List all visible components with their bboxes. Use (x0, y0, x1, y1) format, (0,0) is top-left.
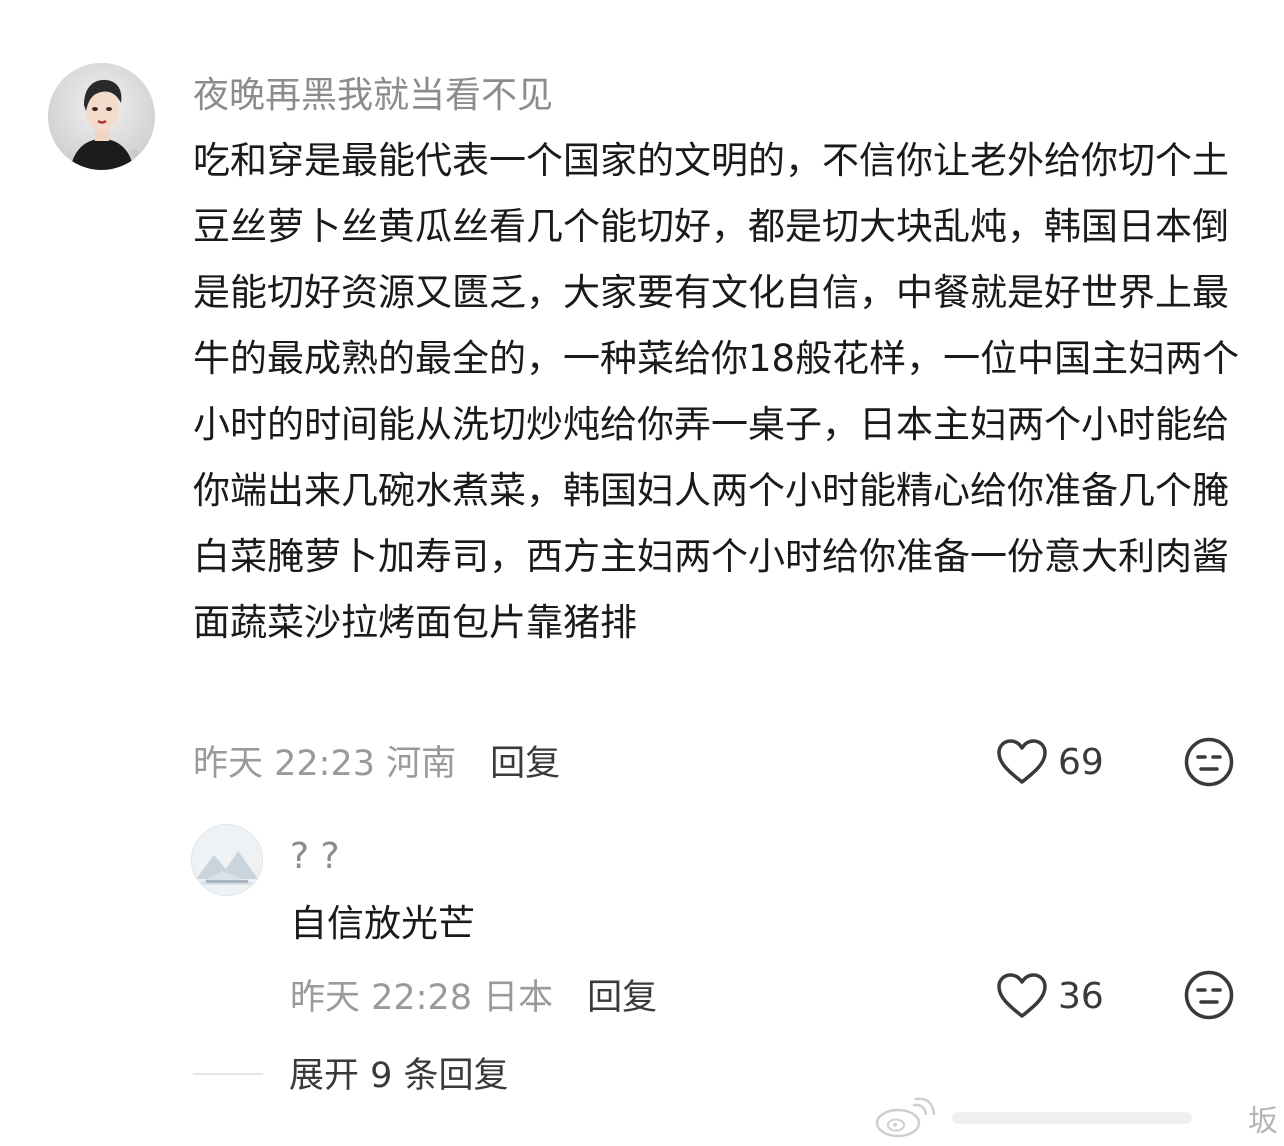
comment-like-count: 69 (1058, 741, 1104, 783)
reply-reply-button[interactable]: 回复 (587, 969, 657, 1020)
user-avatar[interactable] (48, 63, 155, 170)
reply-avatar[interactable] (191, 824, 263, 896)
watermark: 坂 (872, 1090, 1284, 1146)
comment-username[interactable]: 夜晚再黑我就当看不见 (193, 72, 553, 120)
reply-body: 自信放光芒 (290, 902, 475, 945)
reply-like-button[interactable]: 36 (996, 970, 1104, 1022)
reply-dislike-button[interactable] (1184, 970, 1234, 1020)
comment-reply-button[interactable]: 回复 (490, 735, 560, 786)
comment-dislike-button[interactable] (1184, 737, 1234, 787)
reply-meta: 昨天 22:28 日本 回复 (290, 970, 657, 1018)
reply-like-count: 36 (1058, 975, 1104, 1017)
heart-outline-icon (997, 739, 1047, 784)
expand-replies-button[interactable]: 展开 9 条回复 (289, 1052, 509, 1100)
heart-outline-icon (997, 973, 1047, 1018)
neutral-face-icon (1184, 970, 1234, 1020)
expand-divider (193, 1073, 263, 1075)
reply-username[interactable]: ? ? (290, 833, 340, 881)
watermark-dots-icon (952, 1112, 1192, 1124)
watermark-text: 坂 (1248, 1104, 1278, 1139)
comment-time-location: 昨天 22:23 河南 (193, 743, 457, 784)
comment-like-button[interactable]: 69 (996, 736, 1104, 788)
comment-meta: 昨天 22:23 河南 回复 (193, 736, 560, 784)
weibo-logo-icon (875, 1097, 936, 1138)
neutral-face-icon (1184, 737, 1234, 787)
avatar-photo-icon (48, 63, 155, 170)
reply-time-location: 昨天 22:28 日本 (290, 977, 554, 1018)
landscape-avatar-icon (192, 825, 262, 895)
comment-body: 吃和穿是最能代表一个国家的文明的，不信你让老外给你切个土豆丝萝卜丝黄瓜丝看几个能… (193, 139, 1240, 644)
